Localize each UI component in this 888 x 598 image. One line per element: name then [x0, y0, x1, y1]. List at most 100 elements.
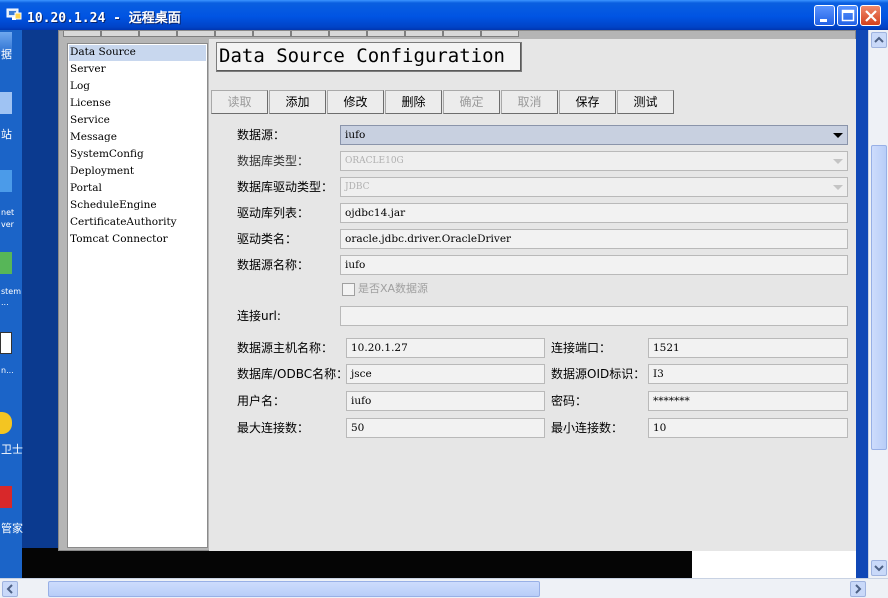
oid-label: 数据源OID标识： [551, 367, 646, 381]
chevron-right-icon [855, 584, 862, 594]
nav-item-certificateauthority[interactable]: CertificateAuthority [69, 215, 206, 231]
driver-list-field[interactable]: ojdbc14.jar [340, 203, 848, 223]
horizontal-scrollbar[interactable] [0, 578, 888, 598]
desktop-icons-strip: 据 站 net ver stem ... n... 卫士 管家 [0, 30, 23, 578]
driver-type-select[interactable]: JDBC [340, 177, 848, 197]
scroll-down-arrow[interactable] [871, 560, 887, 576]
background-white-area [692, 548, 856, 578]
password-field[interactable]: ******* [648, 391, 848, 411]
desktop-icon[interactable] [0, 252, 12, 274]
user-field[interactable]: iufo [346, 391, 545, 411]
driver-class-label: 驱动类名： [237, 232, 298, 246]
min-conn-field[interactable]: 10 [648, 418, 848, 438]
toolbar-remnant [63, 31, 519, 37]
desktop-label: 站 [1, 128, 12, 141]
nav-item-license[interactable]: License [69, 96, 206, 112]
password-label: 密码： [551, 394, 588, 408]
nav-item-tomcat-connector[interactable]: Tomcat Connector [69, 232, 206, 248]
nav-item-log[interactable]: Log [69, 79, 206, 95]
read-button[interactable]: 读取 [211, 90, 268, 114]
db-name-label: 数据库/ODBC名称： [237, 367, 349, 381]
nav-item-message[interactable]: Message [69, 130, 206, 146]
desktop-icon[interactable] [0, 412, 12, 434]
nav-item-scheduleengine[interactable]: ScheduleEngine [69, 198, 206, 214]
dropdown-arrow-icon [833, 185, 843, 190]
user-label: 用户名： [237, 394, 286, 408]
chevron-up-icon [874, 36, 884, 43]
window-title-bar[interactable]: 10.20.1.24 - 远程桌面 [0, 0, 888, 30]
desktop-label: ... [1, 298, 9, 307]
remote-desktop-icon [6, 8, 22, 20]
maximize-button[interactable] [837, 5, 858, 26]
xa-checkbox-label: 是否XA数据源 [358, 282, 429, 295]
close-button[interactable] [860, 5, 881, 26]
desktop-label: net [1, 208, 15, 217]
ds-name-field[interactable]: iufo [340, 255, 848, 275]
max-conn-label: 最大连接数： [237, 421, 310, 435]
dropdown-arrow-icon [833, 133, 843, 138]
scroll-right-arrow[interactable] [850, 581, 866, 597]
chevron-down-icon [874, 565, 884, 572]
data-source-panel: Data Source Configuration 读取 添加 修改 删除 确定… [209, 39, 856, 551]
host-field[interactable]: 10.20.1.27 [346, 338, 545, 358]
maximize-icon [841, 9, 855, 22]
background-window-edge [856, 30, 868, 578]
desktop-label: stem [1, 287, 22, 296]
nav-item-deployment[interactable]: Deployment [69, 164, 206, 180]
desktop-icon[interactable] [0, 486, 12, 508]
url-field[interactable] [340, 306, 848, 326]
desktop-label: 管家 [1, 522, 23, 535]
nav-item-systemconfig[interactable]: SystemConfig [69, 147, 206, 163]
datasource-select[interactable]: iufo [340, 125, 848, 145]
scroll-left-arrow[interactable] [2, 581, 18, 597]
desktop-label: 据 [1, 48, 12, 61]
cancel-button[interactable]: 取消 [501, 90, 558, 114]
driver-list-label: 驱动库列表： [237, 206, 310, 220]
panel-title: Data Source Configuration [216, 42, 522, 72]
url-label: 连接url: [237, 309, 281, 323]
config-nav-list: Data Source Server Log License Service M… [67, 43, 208, 548]
test-button[interactable]: 测试 [617, 90, 674, 114]
datasource-value: iufo [345, 129, 366, 141]
nav-item-portal[interactable]: Portal [69, 181, 206, 197]
port-label: 连接端口： [551, 341, 612, 355]
chevron-left-icon [6, 584, 13, 594]
scroll-up-arrow[interactable] [871, 32, 887, 48]
dropdown-arrow-icon [833, 159, 843, 164]
scroll-thumb[interactable] [871, 145, 887, 450]
nav-item-data-source[interactable]: Data Source [69, 45, 206, 61]
driver-class-field[interactable]: oracle.jdbc.driver.OracleDriver [340, 229, 848, 249]
desktop-label: 卫士 [1, 443, 23, 456]
oid-field[interactable]: I3 [648, 364, 848, 384]
scroll-thumb-horizontal[interactable] [48, 581, 540, 597]
db-type-value: ORACLE10G [345, 156, 404, 166]
desktop-icon[interactable] [0, 92, 12, 114]
host-label: 数据源主机名称： [237, 341, 334, 355]
datasource-label: 数据源： [237, 128, 286, 142]
minimize-button[interactable] [814, 5, 835, 26]
delete-button[interactable]: 删除 [385, 90, 442, 114]
remote-desktop: 据 站 net ver stem ... n... 卫士 管家 Data Sou… [0, 30, 888, 598]
desktop-icon[interactable] [0, 332, 12, 354]
db-name-field[interactable]: jsce [346, 364, 545, 384]
nav-item-service[interactable]: Service [69, 113, 206, 129]
min-conn-label: 最小连接数： [551, 421, 624, 435]
ds-name-label: 数据源名称： [237, 258, 310, 272]
max-conn-field[interactable]: 50 [346, 418, 545, 438]
nav-item-server[interactable]: Server [69, 62, 206, 78]
admin-config-window: Data Source Server Log License Service M… [58, 30, 856, 551]
add-button[interactable]: 添加 [269, 90, 326, 114]
port-field[interactable]: 1521 [648, 338, 848, 358]
close-icon [865, 10, 877, 22]
db-type-select[interactable]: ORACLE10G [340, 151, 848, 171]
desktop-icon[interactable] [0, 170, 12, 192]
desktop-label: ver [1, 220, 14, 229]
edit-button[interactable]: 修改 [327, 90, 384, 114]
xa-checkbox[interactable] [342, 283, 355, 296]
driver-type-label: 数据库驱动类型： [237, 180, 334, 194]
save-button[interactable]: 保存 [559, 90, 616, 114]
vertical-scrollbar[interactable] [868, 30, 888, 578]
confirm-button[interactable]: 确定 [443, 90, 500, 114]
db-type-label: 数据库类型： [237, 154, 310, 168]
window-title: 10.20.1.24 - 远程桌面 [27, 11, 181, 26]
